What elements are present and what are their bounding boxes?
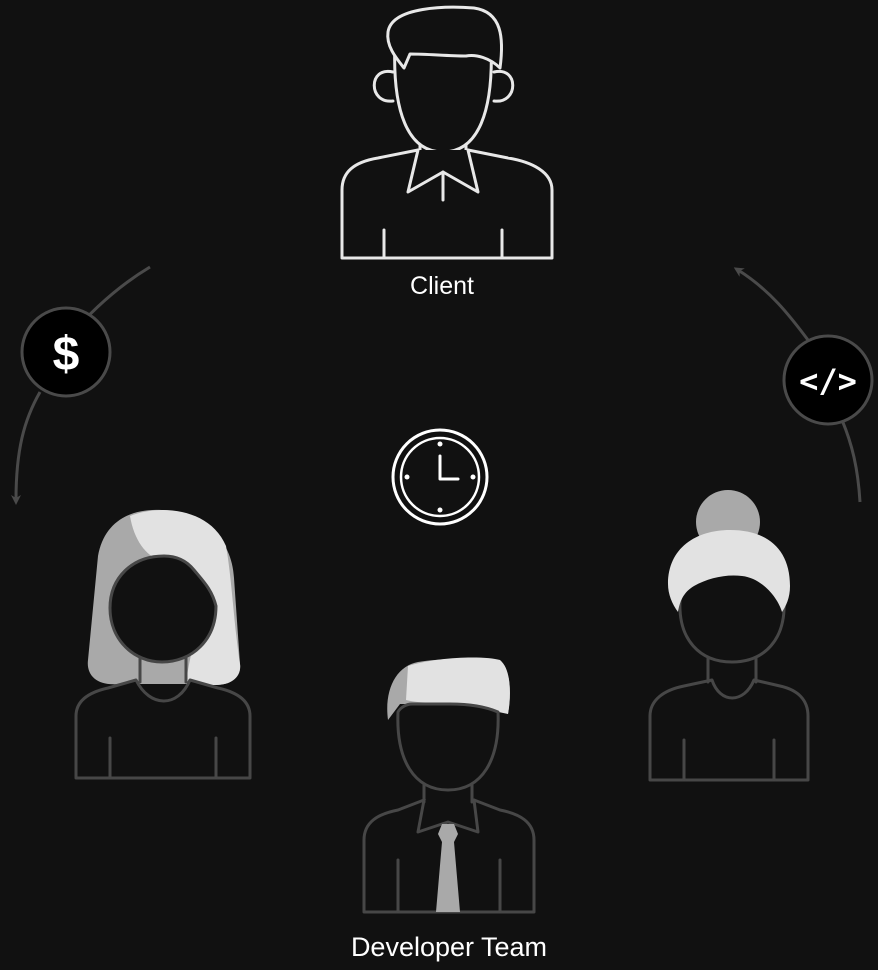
dollar-icon: $ (53, 328, 80, 381)
client-person-icon (340, 5, 554, 260)
code-badge: </> (782, 334, 874, 426)
developer-woman-long-hair-icon (74, 509, 252, 780)
developer-man-tie-icon (362, 657, 536, 914)
developer-woman-bun-icon (648, 490, 810, 782)
code-icon: </> (799, 362, 857, 400)
dollar-badge: $ (20, 306, 112, 398)
developer-team-label: Developer Team (350, 932, 548, 962)
workflow-diagram: $ </> (0, 5, 874, 914)
clock-icon (391, 428, 489, 526)
client-label: Client (410, 272, 474, 300)
